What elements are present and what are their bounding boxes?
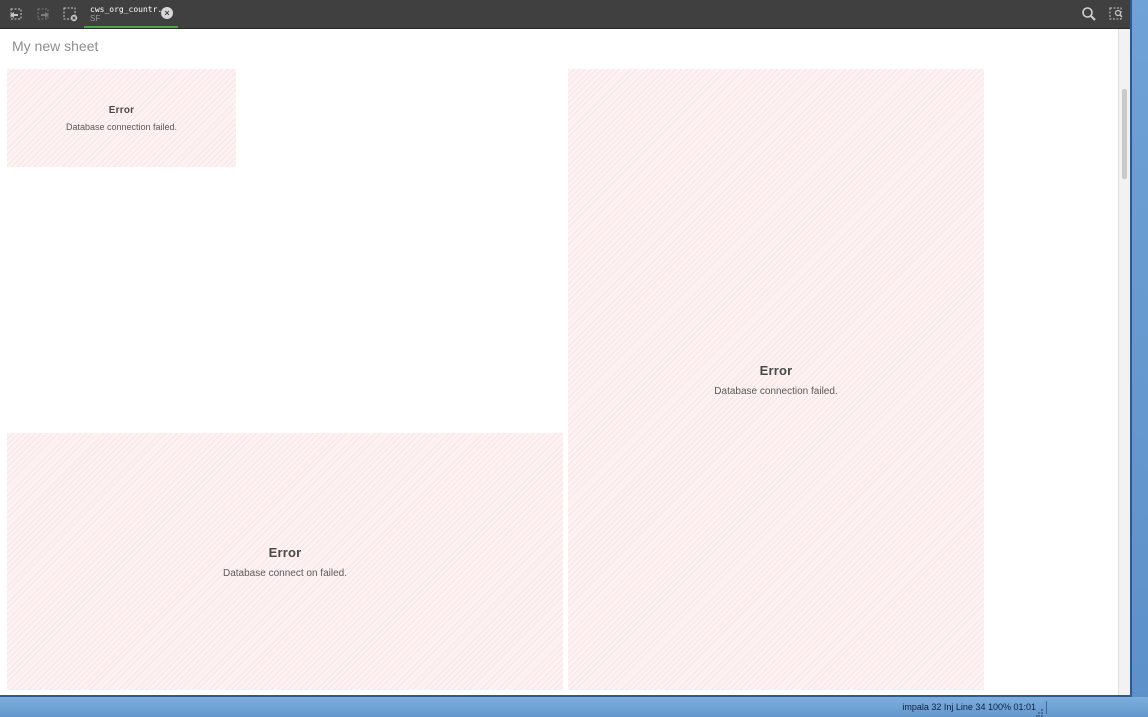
app-window: cws_org_countr... SF × My new sheet Erro… [0, 0, 1132, 697]
error-title: Error [268, 544, 302, 560]
status-bar: impala 32 Inj Line 34 100% 01:01 [0, 697, 1148, 717]
error-panel[interactable]: Error Database connection failed. [568, 69, 984, 690]
forward-icon[interactable] [35, 6, 51, 22]
error-message: Database connect on failed. [223, 567, 347, 579]
error-title: Error [759, 362, 793, 378]
toolbar: cws_org_countr... SF × [0, 0, 1130, 29]
back-icon[interactable] [8, 6, 24, 22]
clear-selections-icon[interactable] [62, 6, 78, 22]
status-text: impala 32 Inj Line 34 100% 01:01 [902, 702, 1036, 712]
error-panel[interactable]: Error Database connect on failed. [7, 433, 563, 690]
error-message: Database connection failed. [714, 385, 838, 397]
error-message: Database connection failed. [65, 121, 178, 132]
error-panel[interactable]: Error Database connection failed. [7, 69, 236, 167]
resize-grip-icon[interactable] [1036, 704, 1044, 717]
vertical-scrollbar[interactable] [1118, 29, 1130, 695]
tab-subtitle: SF [90, 14, 101, 23]
close-icon[interactable]: × [161, 7, 173, 19]
smart-search-icon[interactable] [1108, 6, 1124, 22]
status-separator [1046, 701, 1047, 714]
search-icon[interactable] [1081, 6, 1097, 22]
tab-title: cws_org_countr... [90, 5, 172, 14]
scrollbar-thumb[interactable] [1122, 89, 1127, 179]
error-title: Error [108, 104, 135, 116]
sheet-title: My new sheet [12, 38, 99, 54]
tab-app[interactable]: cws_org_countr... SF × [84, 0, 178, 28]
